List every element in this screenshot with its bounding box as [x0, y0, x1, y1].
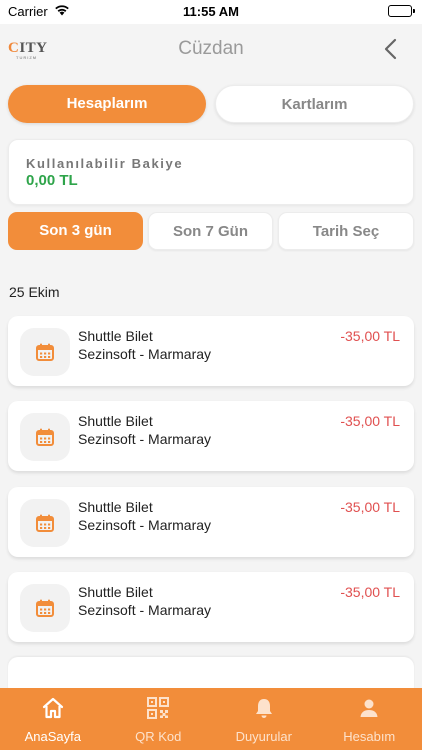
app-header: CITY TURIZM Cüzdan [0, 24, 422, 76]
transaction-amount: -35,00 TL [340, 499, 400, 515]
balance-label: Kullanılabilir Bakiye [26, 156, 184, 171]
transaction-subtitle: Sezinsoft - Marmaray [78, 517, 212, 533]
balance-card: Kullanılabilir Bakiye 0,00 TL [8, 139, 414, 205]
battery-icon [388, 5, 415, 17]
calendar-icon [20, 584, 70, 632]
transaction-title: Shuttle Bilet [78, 413, 153, 429]
transaction-item[interactable]: Shuttle Bilet Sezinsoft - Marmaray -35,0… [8, 487, 414, 557]
date-range-tabs: Son 3 gün Son 7 Gün Tarih Seç [8, 212, 414, 252]
calendar-icon [20, 328, 70, 376]
transaction-title: Shuttle Bilet [78, 499, 153, 515]
page-title: Cüzdan [178, 38, 244, 59]
nav-anasayfa[interactable]: AnaSayfa [0, 688, 106, 750]
back-button[interactable] [380, 36, 404, 62]
tab-hesaplarim[interactable]: Hesaplarım [8, 85, 206, 123]
date-group-header: 25 Ekim [9, 284, 60, 300]
account-tabs: Hesaplarım Kartlarım [8, 85, 414, 125]
transaction-subtitle: Sezinsoft - Marmaray [78, 431, 212, 447]
transaction-title: Shuttle Bilet [78, 328, 153, 344]
tab-kartlarim[interactable]: Kartlarım [215, 85, 414, 123]
nav-hesabim[interactable]: Hesabım [317, 688, 422, 750]
transaction-amount: -35,00 TL [340, 328, 400, 344]
range-pick-date[interactable]: Tarih Seç [278, 212, 414, 250]
transaction-item[interactable]: Shuttle Bilet Sezinsoft - Marmaray -35,0… [8, 572, 414, 642]
nav-label: AnaSayfa [24, 729, 81, 744]
user-icon [360, 699, 378, 717]
chevron-left-icon [384, 38, 397, 60]
calendar-icon [20, 499, 70, 547]
nav-label: QR Kod [135, 729, 182, 744]
range-last-7-days[interactable]: Son 7 Gün [148, 212, 273, 250]
transaction-amount: -35,00 TL [340, 584, 400, 600]
range-last-3-days[interactable]: Son 3 gün [8, 212, 143, 250]
transaction-item[interactable]: Shuttle Bilet Sezinsoft - Marmaray -35,0… [8, 316, 414, 386]
bell-icon [255, 699, 272, 718]
clock: 11:55 AM [183, 4, 239, 19]
nav-label: Hesabım [343, 729, 396, 744]
transaction-item[interactable]: Shuttle Bilet Sezinsoft - Marmaray -35,0… [8, 401, 414, 471]
transaction-subtitle: Sezinsoft - Marmaray [78, 602, 212, 618]
calendar-icon [20, 413, 70, 461]
qr-code-icon [147, 697, 170, 719]
nav-label: Duyurular [235, 729, 292, 744]
status-bar: Carrier 11:55 AM [0, 0, 422, 24]
bottom-nav: AnaSayfa QR Kod Duyurular Hesabım [0, 688, 422, 750]
nav-qr-kod[interactable]: QR Kod [106, 688, 212, 750]
nav-duyurular[interactable]: Duyurular [211, 688, 317, 750]
transaction-subtitle: Sezinsoft - Marmaray [78, 346, 212, 362]
balance-value: 0,00 TL [26, 172, 78, 189]
transaction-title: Shuttle Bilet [78, 584, 153, 600]
home-icon [42, 697, 63, 719]
transaction-amount: -35,00 TL [340, 413, 400, 429]
